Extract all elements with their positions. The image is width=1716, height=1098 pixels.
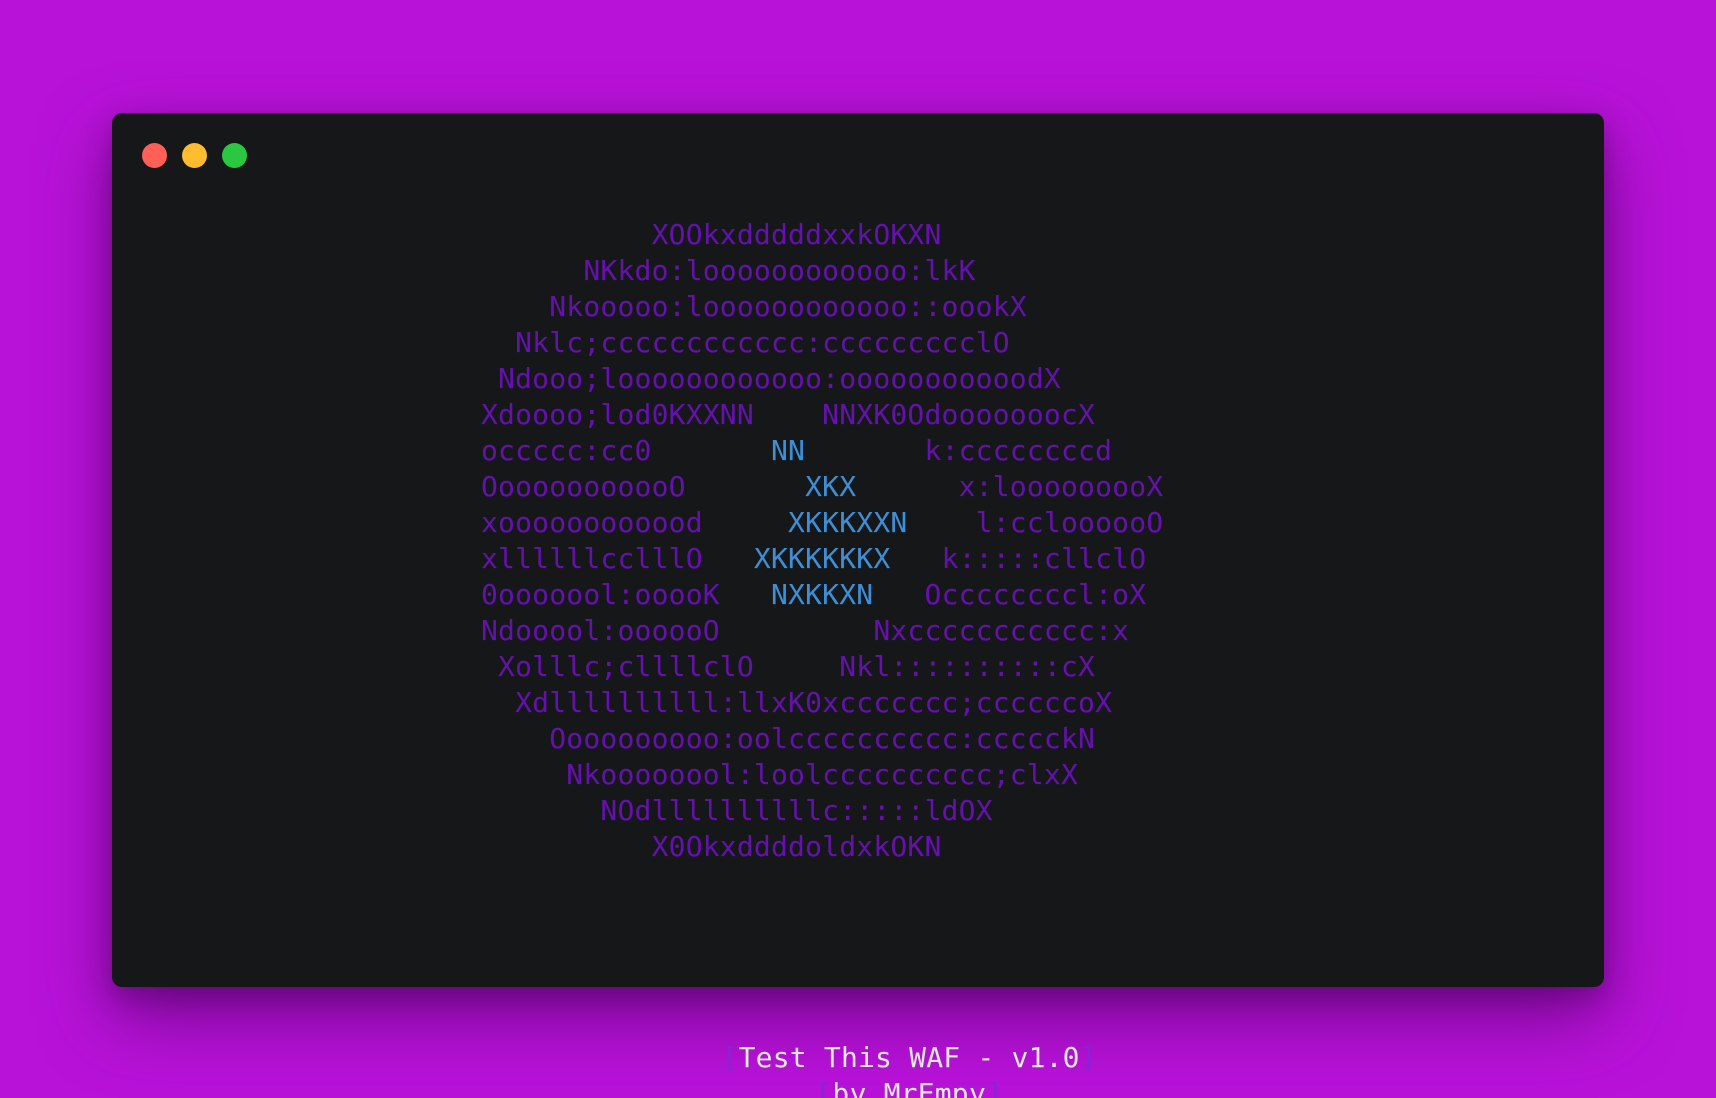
- close-button[interactable]: [142, 143, 167, 168]
- ascii-art-inner-segment: NN: [770, 434, 806, 467]
- ascii-art-outer-segment: k:::::cllclO: [890, 542, 1147, 575]
- ascii-art-outer-segment: l:ccloooooO: [907, 506, 1164, 539]
- ascii-art-line: Ndooool:oooooO Nxccccccccccc:x: [481, 613, 1163, 649]
- ascii-art-outer-segment: Nkoooooool:loolcccccccccc;clxX: [481, 758, 1079, 791]
- ascii-art-inner-segment: XKX: [805, 470, 857, 503]
- ascii-art-line: Xolllc;cllllclO Nkl::::::::::cX: [481, 649, 1163, 685]
- minimize-button[interactable]: [182, 143, 207, 168]
- ascii-art-line: Oooooooooo:oolcccccccccc:ccccckN: [481, 721, 1163, 757]
- ascii-art-inner-segment: XKKKXXN: [788, 506, 908, 539]
- terminal-window: XOOkxdddddxxkOKXN NKkdo:loooooooooooo:lk…: [112, 113, 1604, 1098]
- ascii-art-line: Nklc;cccccccccccc:ccccccccclO: [481, 325, 1163, 361]
- close-bracket: ]: [985, 1077, 1003, 1098]
- ascii-art-line: OooooooooooO XKX x:looooooooX: [481, 469, 1163, 505]
- open-bracket: [: [815, 1077, 833, 1098]
- ascii-art-line: 0ooooool:ooooK NXKKXN Occccccccl:oX: [481, 577, 1163, 613]
- author-text: by MrEmpy: [832, 1077, 986, 1098]
- ascii-art-logo: XOOkxdddddxxkOKXN NKkdo:loooooooooooo:lk…: [481, 217, 1163, 865]
- ascii-art-outer-segment: x:looooooooX: [856, 470, 1164, 503]
- ascii-art-outer-segment: Nkooooo:loooooooooooo::oookX: [481, 290, 1027, 323]
- banner-author: [by MrEmpy]: [112, 1040, 1604, 1098]
- ascii-art-outer-segment: occccc:cc0: [481, 434, 771, 467]
- ascii-art-line: Xdllllllllll:llxK0xccccccc;ccccccoX: [481, 685, 1163, 721]
- ascii-art-outer-segment: xllllllcclllO: [481, 542, 754, 575]
- ascii-art-outer-segment: k:ccccccccd: [805, 434, 1113, 467]
- ascii-art-outer-segment: NOdllllllllllc:::::ldOX: [481, 794, 993, 827]
- ascii-art-line: Ndooo;loooooooooooo:ooooooooooodX: [481, 361, 1163, 397]
- ascii-art-line: xoooooooooood XKKKXXN l:ccloooooO: [481, 505, 1163, 541]
- ascii-art-line: NOdllllllllllc:::::ldOX: [481, 793, 1163, 829]
- ascii-art-outer-segment: Occccccccl:oX: [873, 578, 1147, 611]
- ascii-art-outer-segment: NKkdo:loooooooooooo:lkK: [481, 254, 976, 287]
- ascii-art-line: XOOkxdddddxxkOKXN: [481, 217, 1163, 253]
- ascii-art-line: xllllllcclllO XKKKKKKX k:::::cllclO: [481, 541, 1163, 577]
- ascii-art-outer-segment: Xolllc;cllllclO Nkl::::::::::cX: [481, 650, 1096, 683]
- ascii-art-outer-segment: Xdllllllllll:llxK0xccccccc;ccccccoX: [481, 686, 1113, 719]
- ascii-art-outer-segment: 0ooooool:ooooK: [481, 578, 771, 611]
- ascii-art-line: Nkooooo:loooooooooooo::oookX: [481, 289, 1163, 325]
- ascii-art-line: Nkoooooool:loolcccccccccc;clxX: [481, 757, 1163, 793]
- ascii-art-outer-segment: X0OkxddddoldxkOKN: [481, 830, 942, 863]
- ascii-art-outer-segment: Ndooool:oooooO Nxccccccccccc:x: [481, 614, 1130, 647]
- ascii-art-outer-segment: Oooooooooo:oolcccccccccc:ccccckN: [481, 722, 1096, 755]
- window-controls: [142, 143, 247, 168]
- ascii-art-outer-segment: XOOkxdddddxxkOKXN: [481, 218, 942, 251]
- ascii-art-outer-segment: Nklc;cccccccccccc:ccccccccclO: [481, 326, 1010, 359]
- ascii-art-outer-segment: Xdoooo;lod0KXXNN NNXK0OdooooooocX: [481, 398, 1096, 431]
- ascii-art-inner-segment: XKKKKKKX: [753, 542, 891, 575]
- ascii-art-line: Xdoooo;lod0KXXNN NNXK0OdooooooocX: [481, 397, 1163, 433]
- ascii-art-outer-segment: xoooooooooood: [481, 506, 789, 539]
- ascii-art-outer-segment: OooooooooooO: [481, 470, 806, 503]
- ascii-art-line: NKkdo:loooooooooooo:lkK: [481, 253, 1163, 289]
- maximize-button[interactable]: [222, 143, 247, 168]
- ascii-art-outer-segment: Ndooo;loooooooooooo:ooooooooooodX: [481, 362, 1061, 395]
- ascii-art-line: occccc:cc0 NN k:ccccccccd: [481, 433, 1163, 469]
- ascii-art-line: X0OkxddddoldxkOKN: [481, 829, 1163, 865]
- ascii-art-inner-segment: NXKKXN: [770, 578, 874, 611]
